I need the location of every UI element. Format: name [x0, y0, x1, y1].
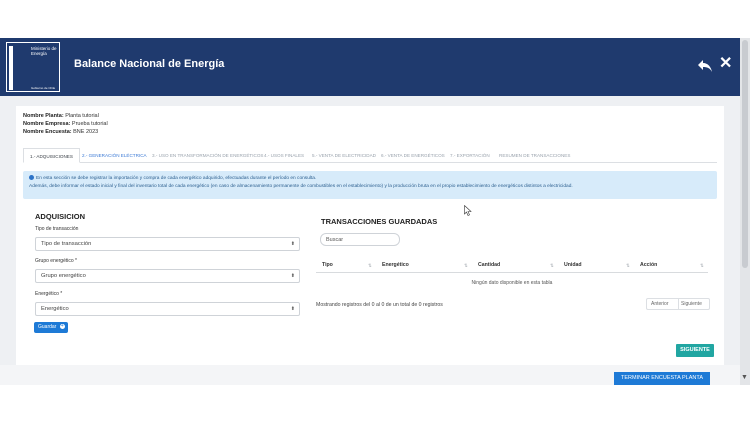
grupo-label: Grupo energético * [35, 258, 77, 264]
grupo-select[interactable]: Grupo energético ⬍ [35, 269, 300, 283]
empresa-label: Nombre Empresa: [23, 121, 71, 127]
tipo-select[interactable]: Tipo de transacción ⬍ [35, 237, 300, 251]
logo-line-2: Gobierno de Chile [31, 86, 56, 90]
tab-venta-electricidad[interactable]: 5.- VENTA DE ELECTRICIDAD [312, 148, 376, 163]
tab-usos-finales[interactable]: 4.- USOS FINALES [264, 148, 304, 163]
tab-resumen-transacciones[interactable]: RESUMEN DE TRANSACCIONES [499, 148, 570, 163]
tab-exportacion[interactable]: 7.- EXPORTACIÓN [450, 148, 490, 163]
col-tipo[interactable]: Tipo [322, 258, 333, 273]
form-title: ADQUISICION [35, 212, 86, 221]
col-accion[interactable]: Acción [640, 258, 657, 273]
table-empty-message: Ningún dato disponible en esta tabla [471, 280, 553, 286]
sort-icon[interactable]: ⇅ [700, 258, 704, 273]
sort-icon[interactable]: ⇅ [626, 258, 630, 273]
tab-generacion-electrica[interactable]: 2.- GENERACIÓN ELÉCTRICA [82, 148, 147, 163]
next-page-button[interactable]: Siguiente [681, 299, 702, 310]
tab-venta-energeticos[interactable]: 6.- VENTA DE ENERGÉTICOS [381, 148, 445, 163]
planta-label: Nombre Planta: [23, 113, 64, 119]
saved-title: TRANSACCIONES GUARDADAS [321, 217, 438, 226]
alert-line-1: En esta sección se debe registrar la imp… [36, 176, 317, 181]
col-energetico[interactable]: Energético [382, 258, 409, 273]
search-input[interactable]: Buscar [320, 233, 400, 246]
alert-line-2: Además, debe informar el estado inicial … [29, 184, 573, 189]
select-caret-icon: ⬍ [290, 241, 295, 247]
next-step-button[interactable]: SIGUIENTE [676, 344, 714, 357]
tab-adquisiciones[interactable]: 1.- ADQUISICIONES [23, 148, 80, 163]
pager-divider [678, 299, 679, 309]
ministry-logo: Ministerio de Energía Gobierno de Chile [6, 42, 60, 92]
tab-uso-transformacion[interactable]: 3.- USO EN TRANSFORMACIÓN DE ENERGÉTICOS [152, 148, 263, 163]
table-header: Tipo ⇅ Energético ⇅ Cantidad ⇅ Unidad ⇅ … [316, 258, 708, 273]
pagination: Anterior Siguiente [646, 298, 710, 310]
mouse-cursor-icon [464, 205, 472, 216]
tipo-label: Tipo de transacción [35, 226, 79, 232]
prev-page-button[interactable]: Anterior [651, 299, 669, 310]
encuesta-label: Nombre Encuesta: [23, 129, 72, 135]
col-cantidad[interactable]: Cantidad [478, 258, 500, 273]
energetico-label: Energético * [35, 291, 63, 297]
back-arrow-icon[interactable] [697, 58, 713, 74]
scrollbar-thumb[interactable] [742, 40, 748, 268]
close-icon[interactable]: ✕ [719, 55, 732, 73]
logo-line-1: Ministerio de Energía [31, 46, 57, 56]
save-button[interactable]: Guardar + [34, 322, 68, 333]
app-title: Balance Nacional de Energía [74, 58, 225, 70]
survey-tabs: 1.- ADQUISICIONES 2.- GENERACIÓN ELÉCTRI… [23, 148, 717, 163]
col-unidad[interactable]: Unidad [564, 258, 582, 273]
empresa-value: Prueba tutorial [71, 121, 108, 127]
plus-icon: + [59, 323, 65, 330]
table-info: Mostrando registros del 0 al 0 de un tot… [316, 302, 443, 308]
planta-value: Planta tutorial [65, 113, 99, 119]
energetico-select[interactable]: Energético ⬍ [35, 302, 300, 316]
select-caret-icon: ⬍ [290, 306, 295, 312]
select-caret-icon: ⬍ [290, 273, 295, 279]
scroll-down-icon[interactable]: ▼ [741, 374, 748, 381]
sort-icon[interactable]: ⇅ [550, 258, 554, 273]
finish-survey-button[interactable]: TERMINAR ENCUESTA PLANTA [614, 372, 710, 385]
energetico-select-value: Energético [41, 306, 69, 312]
sort-icon[interactable]: ⇅ [368, 258, 372, 273]
logo-bar [9, 46, 13, 90]
sort-icon[interactable]: ⇅ [464, 258, 468, 273]
app-frame: Ministerio de Energía Gobierno de Chile … [0, 38, 750, 385]
tipo-select-value: Tipo de transacción [41, 241, 92, 247]
info-icon [29, 175, 34, 181]
info-alert: En esta sección se debe registrar la imp… [23, 171, 717, 199]
save-button-label: Guardar [38, 324, 57, 330]
top-bar: Ministerio de Energía Gobierno de Chile … [0, 38, 740, 96]
grupo-select-value: Grupo energético [41, 273, 86, 279]
plant-meta: Nombre Planta: Planta tutorial Nombre Em… [23, 112, 108, 136]
encuesta-value: BNE 2023 [73, 129, 99, 135]
